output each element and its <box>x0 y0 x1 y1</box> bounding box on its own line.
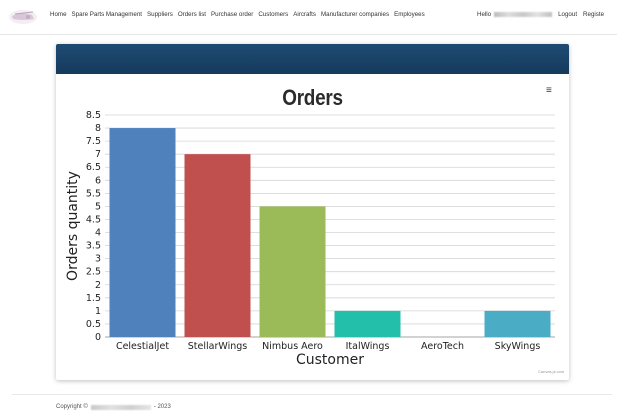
x-tick-label: Nimbus Aero <box>262 341 323 352</box>
y-tick-label: 3.5 <box>86 241 101 252</box>
user-email-redacted <box>494 12 553 17</box>
y-tick-label: 8.5 <box>86 110 101 121</box>
bar <box>484 310 551 337</box>
nav-orders-list[interactable]: Orders list <box>178 11 206 18</box>
nav-purchase-order[interactable]: Purchase order <box>211 11 253 18</box>
orders-chart: 0 0.5 1 1.5 2 2.5 3 3.5 4 4.5 5 5.5 6 6.5 7 7.5 8 8.5 Cele… <box>65 110 555 368</box>
company-name-redacted <box>90 404 151 410</box>
bar <box>184 154 251 337</box>
logout-link[interactable]: Logout <box>558 11 577 18</box>
x-tick-label: ItalWings <box>346 341 390 352</box>
y-tick-label: 5.5 <box>86 188 101 199</box>
nav-manufacturer-companies[interactable]: Manufacturer companies <box>321 11 389 18</box>
y-tick-label: 0 <box>95 332 101 343</box>
y-tick-label: 4.5 <box>86 214 101 225</box>
y-axis-title: Orders quantity <box>65 171 81 281</box>
y-tick-label: 1 <box>95 306 101 317</box>
bar <box>334 310 401 337</box>
y-tick-label: 4 <box>95 228 101 239</box>
x-tick-label: AeroTech <box>421 341 464 352</box>
bar <box>259 206 326 337</box>
y-tick-label: 0.5 <box>86 319 101 330</box>
y-tick-label: 5 <box>95 201 101 212</box>
y-tick-label: 6.5 <box>86 162 101 173</box>
helicopter-logo[interactable] <box>6 7 40 27</box>
footer: Copyright © - 2023 <box>56 404 171 410</box>
y-tick-label: 7.5 <box>86 136 101 147</box>
footer-divider <box>12 394 612 395</box>
copyright-text: Copyright © <box>56 404 88 410</box>
x-axis-title: Customer <box>296 352 364 368</box>
user-area: Hello Logout Registe <box>477 11 610 18</box>
y-tick-label: 3 <box>95 254 101 265</box>
copyright-year: - 2023 <box>153 404 171 410</box>
x-tick-label: StellarWings <box>188 341 247 352</box>
hello-text: Hello <box>477 11 492 18</box>
register-link[interactable]: Registe <box>583 11 604 18</box>
x-tick-label: CelestialJet <box>116 341 169 352</box>
chart-credit[interactable]: Canvas.js.com <box>538 369 564 374</box>
nav-employees[interactable]: Employees <box>394 11 425 18</box>
y-tick-label: 8 <box>95 123 101 134</box>
nav-aircrafts[interactable]: Aircrafts <box>293 11 316 18</box>
y-tick-label: 1.5 <box>86 293 101 304</box>
y-tick-label: 2 <box>95 280 101 291</box>
top-navbar: Home Spare Parts Management Suppliers Or… <box>0 0 617 35</box>
nav-home[interactable]: Home <box>50 11 67 18</box>
nav-suppliers[interactable]: Suppliers <box>147 11 173 18</box>
x-tick-label: SkyWings <box>495 341 541 352</box>
y-tick-label: 7 <box>95 149 101 160</box>
y-tick-label: 2.5 <box>86 267 101 278</box>
y-tick-label: 6 <box>95 175 101 186</box>
orders-card: Orders ≡ 0 0.5 1 1.5 2 2.5 3 3.5 4 4.5 5 5.5 6 6.5 7 7.… <box>56 44 569 380</box>
nav-customers[interactable]: Customers <box>258 11 288 18</box>
main-nav: Home Spare Parts Management Suppliers Or… <box>50 11 430 18</box>
nav-spare-parts[interactable]: Spare Parts Management <box>72 11 143 18</box>
bar <box>109 128 176 337</box>
